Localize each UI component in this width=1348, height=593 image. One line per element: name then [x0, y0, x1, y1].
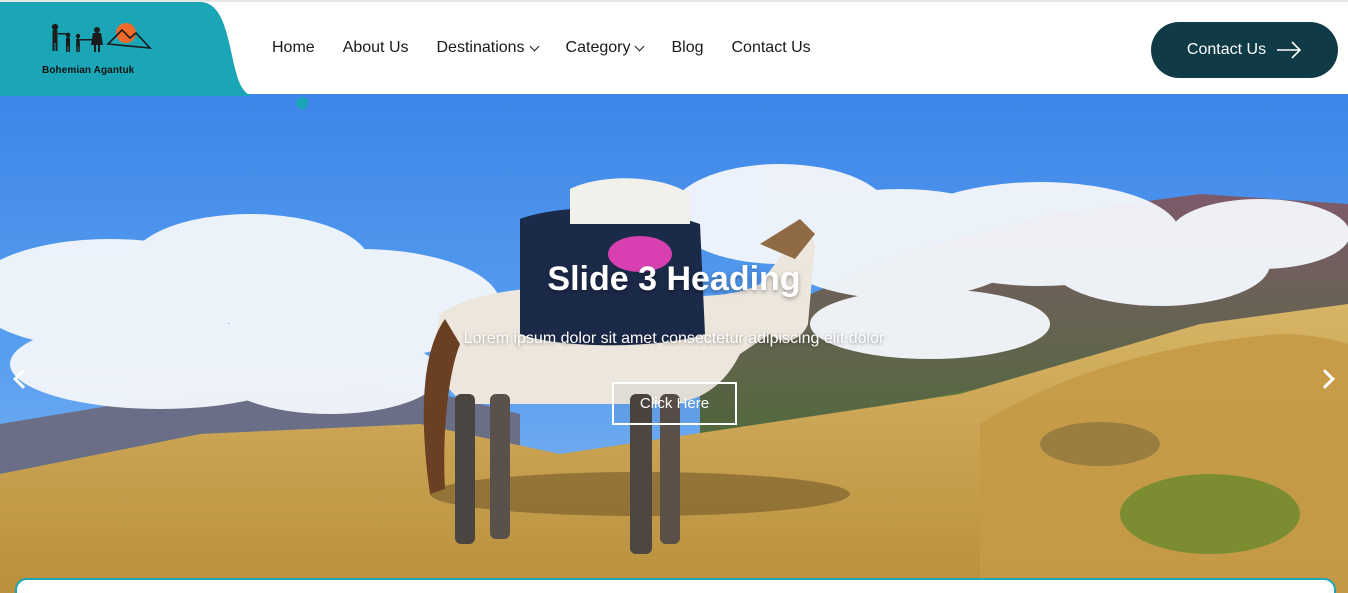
nav-item-destinations[interactable]: Destinations — [436, 39, 539, 57]
nav-item-label: Blog — [671, 39, 704, 56]
nav-item-contact-us[interactable]: Contact Us — [732, 39, 811, 57]
nav-item-about-us[interactable]: About Us — [343, 39, 409, 57]
contact-us-button[interactable]: Contact Us — [1151, 22, 1338, 78]
hero-slider: Slide 3 Heading Lorem ipsum dolor sit am… — [0, 94, 1348, 593]
indicator-dot — [296, 97, 308, 109]
contact-us-button-label: Contact Us — [1186, 41, 1267, 58]
nav-item-blog[interactable]: Blog — [671, 39, 703, 57]
nav-item-home[interactable]: Home — [272, 39, 315, 57]
nav-item-label: About Us — [342, 39, 409, 56]
logo-text: Bohemian Agantuk — [42, 65, 135, 76]
main-nav: Home About Us Destinations Category Blog… — [272, 39, 839, 57]
site-header: Bohemian Agantuk Home About Us Destinati… — [0, 0, 1348, 96]
nav-item-label: Destinations — [436, 39, 525, 56]
nav-item-label: Home — [272, 39, 315, 56]
nav-item-category[interactable]: Category — [565, 39, 645, 57]
hero-title: Slide 3 Heading — [547, 260, 801, 298]
click-here-button[interactable]: Click Here — [612, 382, 737, 425]
chevron-down-icon — [635, 41, 645, 51]
chevron-down-icon — [529, 41, 539, 51]
hero-subtitle: Lorem ipsum dolor sit amet consectetur a… — [463, 330, 885, 347]
nav-item-label: Category — [565, 39, 631, 56]
logo[interactable]: Bohemian Agantuk — [0, 2, 250, 96]
search-card — [15, 578, 1336, 593]
arrow-right-icon — [1277, 41, 1302, 59]
nav-item-label: Contact Us — [731, 39, 811, 56]
logo-tab-shape — [0, 2, 250, 96]
